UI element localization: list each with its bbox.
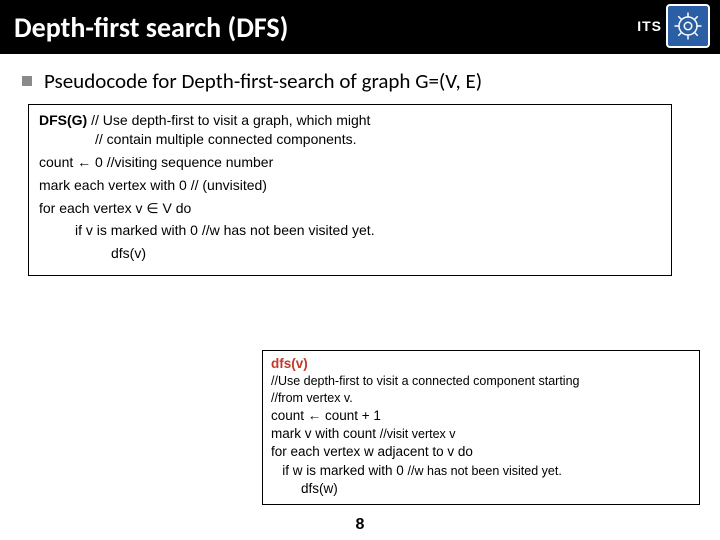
brand-text: ITS [637,18,662,34]
page-title: Depth-first search (DFS) [14,10,288,45]
code-line: mark v with count //visit vertex v [271,425,691,443]
code-line: mark each vertex with 0 // (unvisited) [39,176,661,195]
pseudocode-main-box: DFS(G) // Use depth-first to visit a gra… [28,104,672,276]
code-text: mark v with count [271,426,380,441]
code-line: for each vertex w adjacent to v do [271,443,691,461]
code-comment: //w has not been visited yet. [408,464,562,478]
bullet-icon [22,76,32,86]
code-line: count ← 0 //visiting sequence number [39,153,661,172]
gear-icon [673,11,703,41]
bullet-text: Pseudocode for Depth-first-search of gra… [44,68,482,94]
code-line: DFS(G) // Use depth-first to visit a gra… [39,111,661,149]
code-comment: //Use depth-first to visit a connected c… [271,373,691,390]
code-line: if w is marked with 0 //w has not been v… [271,462,691,480]
code-line: count ← count + 1 [271,407,691,425]
code-line: dfs(w) [271,480,691,498]
its-logo [666,4,710,48]
bullet-item: Pseudocode for Depth-first-search of gra… [22,68,698,94]
code-line: for each vertex v ∈ V do [39,199,661,218]
code-func-name: dfs(v) [271,356,308,371]
code-comment: //visit vertex v [380,427,456,441]
code-comment: // contain multiple connected components… [39,131,357,147]
slide-body: Pseudocode for Depth-first-search of gra… [0,54,720,276]
pseudocode-dfs-box: dfs(v) //Use depth-first to visit a conn… [262,350,700,505]
code-keyword: DFS(G) [39,112,87,128]
page-number: 8 [0,516,720,534]
code-comment: // Use depth-first to visit a graph, whi… [87,112,370,128]
code-header: dfs(v) [271,355,691,373]
code-line: dfs(v) [39,244,661,263]
code-comment: //from vertex v. [271,390,691,407]
code-line: if v is marked with 0 //w has not been v… [39,221,661,240]
code-text: if w is marked with 0 [271,463,408,478]
title-bar: Depth-first search (DFS) ITS [0,0,720,54]
